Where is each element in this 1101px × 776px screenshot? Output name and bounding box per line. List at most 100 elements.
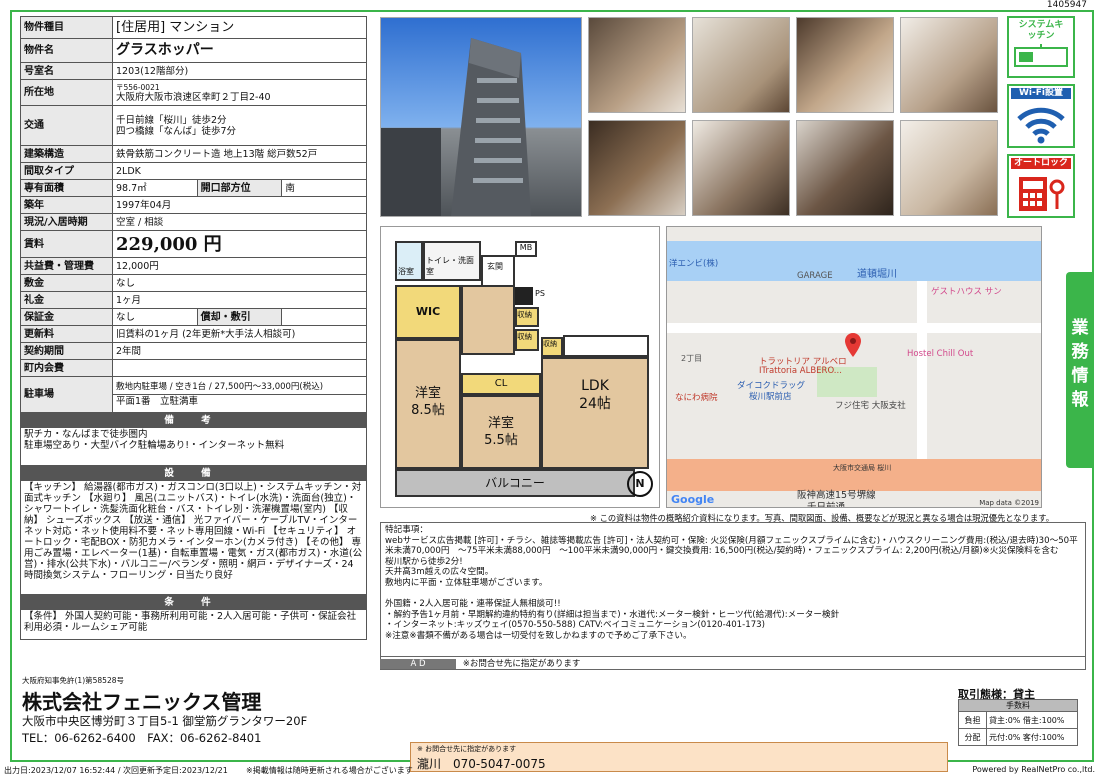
- key-money-value: 1ヶ月: [112, 291, 367, 309]
- company-tel: TEL：06-6262-6400 FAX：06-6262-8401: [22, 731, 262, 745]
- hosho-value: なし: [112, 308, 198, 326]
- photo-room-2: [796, 17, 894, 113]
- status-value: 空室 / 相談: [112, 213, 367, 231]
- badge-wifi-label: Wi-Fi設置: [1011, 88, 1071, 99]
- fee-r1: 負担: [958, 711, 987, 729]
- map-road-v: [917, 281, 927, 459]
- map-label-sennichimae: 千日前通: [807, 502, 846, 508]
- map-marker-icon: [845, 333, 861, 357]
- biko-title: 備 考: [20, 412, 367, 428]
- rent-value: 229,000 円: [112, 230, 367, 258]
- map-label-trattoria-en: ITrattoria ALBERO...: [759, 366, 842, 376]
- photo-room-4: [588, 120, 686, 216]
- intercom-lock-icon: [1019, 177, 1065, 211]
- joken-text: 【条件】 外国人契約可能・事務所利用可能・2人入居可能・子供可・保証会社利用必須…: [20, 609, 367, 640]
- name-label: 物件名: [20, 38, 113, 63]
- notes-box: 特記事項： webサービス広告掲載 [許可]・チラシ、雑誌等掲載広告 [許可]・…: [380, 522, 1086, 670]
- ad-text: ※お問合せ先に指定があります: [462, 659, 581, 669]
- building-photo: [380, 17, 582, 217]
- fp-wic: WIC: [395, 285, 461, 339]
- rent-label: 賃料: [20, 230, 113, 258]
- fp-toilet: トイレ・洗面室: [423, 241, 481, 281]
- deposit-label: 敷金: [20, 274, 113, 292]
- map-label-station: 大阪市交通局 桜川: [833, 464, 892, 472]
- north-arrow-icon: N: [627, 471, 653, 497]
- built-label: 築年: [20, 196, 113, 214]
- fp-shuno-1: 収納: [515, 307, 539, 327]
- map-label-guesthouse: ゲストハウス サン: [931, 287, 1002, 297]
- map-label-drug-store: 桜川駅前店: [749, 392, 792, 402]
- period-value: 2年間: [112, 342, 367, 360]
- fee-value: 12,000円: [112, 257, 367, 275]
- floor-plan: 浴室 トイレ・洗面室 玄関 MB WIC PS 収納 収納 収納 洋室 8.5帖 …: [380, 226, 660, 508]
- photo-room-1: [692, 17, 790, 113]
- fp-mb: MB: [515, 241, 537, 257]
- badge-wifi: Wi-Fi設置: [1007, 84, 1075, 148]
- setsubi-text: 【キッチン】 給湯器(都市ガス)・ガスコンロ(3口以上)・システムキッチン・対面…: [20, 480, 367, 595]
- map-label-fuji: フジ住宅 大阪支社: [835, 401, 906, 411]
- photo-room-3: [900, 17, 998, 113]
- traffic-1: 千日前線「桜川」徒歩2分: [116, 114, 227, 126]
- type-label: 物件種目: [20, 16, 113, 39]
- contact-line: 瀧川 070-5047-0075: [417, 757, 546, 771]
- addr-value: 大阪府大阪市浪速区幸町２丁目2-40: [116, 91, 271, 103]
- town-label: 町内会費: [20, 359, 113, 377]
- badge-autolock-label: オートロック: [1011, 158, 1071, 169]
- fp-bath: 浴室: [395, 241, 423, 281]
- name-value: グラスホッパー: [112, 38, 367, 63]
- addr-label: 所在地: [20, 79, 113, 106]
- built-value: 1997年04月: [112, 196, 367, 214]
- hosho-label: 保証金: [20, 308, 113, 326]
- kitchen-icon: [1014, 44, 1068, 67]
- parking-label: 駐車場: [20, 376, 113, 413]
- fee-head: 手数料: [958, 699, 1078, 712]
- ad-row: A D ※お問合せ先に指定があります: [380, 656, 1086, 670]
- fp-cl: CL: [461, 373, 541, 395]
- fee-table: 手数料 負担 貸主:0% 借主:100% 分配 元付:0% 客付:100%: [958, 699, 1078, 746]
- fp-room-2: 洋室 5.5帖: [461, 395, 541, 469]
- spec-table: 物件種目 [住居用] マンション 物件名 グラスホッパー 号室名 1203(12階部分…: [20, 16, 367, 640]
- layout-value: 2LDK: [112, 162, 367, 180]
- fp-ps-label: PS: [535, 289, 545, 298]
- footer-left: 出力日:2023/12/07 16:52:44 / 次回更新予定日:2023/1…: [4, 766, 228, 775]
- joken-title: 条 件: [20, 594, 367, 610]
- shokyaku-label: 償却・敷引: [196, 308, 283, 326]
- deposit-value: なし: [112, 274, 367, 292]
- fee-r2-value: 元付:0% 客付:100%: [986, 728, 1078, 746]
- parking-1: 敷地内駐車場 / 空き1台 / 27,500円～33,000円(税込): [113, 381, 366, 395]
- area-value: 98.7㎡: [112, 179, 198, 197]
- fp-ldk: LDK 24帖: [541, 357, 649, 469]
- status-label: 現況/入居時期: [20, 213, 113, 231]
- layout-label: 間取タイプ: [20, 162, 113, 180]
- dir-label: 開口部方位: [196, 179, 283, 197]
- renew-value: 旧賃料の1ヶ月 (2年更新*大手法人相談可): [112, 325, 367, 343]
- renew-label: 更新料: [20, 325, 113, 343]
- map-attribution: Map data ©2019: [979, 499, 1039, 507]
- badge-system-kitchen: システムキッチン: [1007, 16, 1075, 78]
- map[interactable]: 洋エンビ(株) 道頓堀川 GARAGE ゲストハウス サン トラットリア アルベ…: [666, 226, 1042, 508]
- fp-corridor: [461, 285, 515, 355]
- fp-balcony: バルコニー: [395, 469, 635, 497]
- photo-living: [588, 17, 686, 113]
- key-money-label: 礼金: [20, 291, 113, 309]
- fp-ps: [515, 287, 533, 305]
- footer-mid: ※掲載情報は随時更新される場合がございます: [246, 766, 413, 775]
- fp-shuno-2: 収納: [515, 329, 539, 351]
- contact-note: ※ お問合せ先に指定があります: [417, 745, 517, 753]
- setsubi-title: 設 備: [20, 465, 367, 481]
- map-label-hospital: なにわ病院: [675, 393, 718, 403]
- side-tab[interactable]: 業務情報: [1066, 272, 1094, 468]
- map-label-1: 洋エンビ(株): [669, 259, 719, 269]
- photo-bath: [900, 120, 998, 216]
- photo-washroom: [796, 120, 894, 216]
- license: 大阪府知事免許(1)第58528号: [22, 676, 124, 685]
- period-label: 契約期間: [20, 342, 113, 360]
- wifi-icon: [1017, 107, 1065, 144]
- footer-right: Powered by RealNetPro co.,ltd.: [972, 765, 1095, 774]
- contact-box: ※ お問合せ先に指定があります 瀧川 070-5047-0075: [410, 742, 948, 772]
- area-label: 専有面積: [20, 179, 113, 197]
- doc-id: 1405947: [1046, 0, 1087, 10]
- traffic-2: 四つ橋線「なんば」徒歩7分: [116, 125, 237, 137]
- shokyaku-value: [281, 308, 367, 326]
- zip: 〒556-0021: [116, 82, 160, 92]
